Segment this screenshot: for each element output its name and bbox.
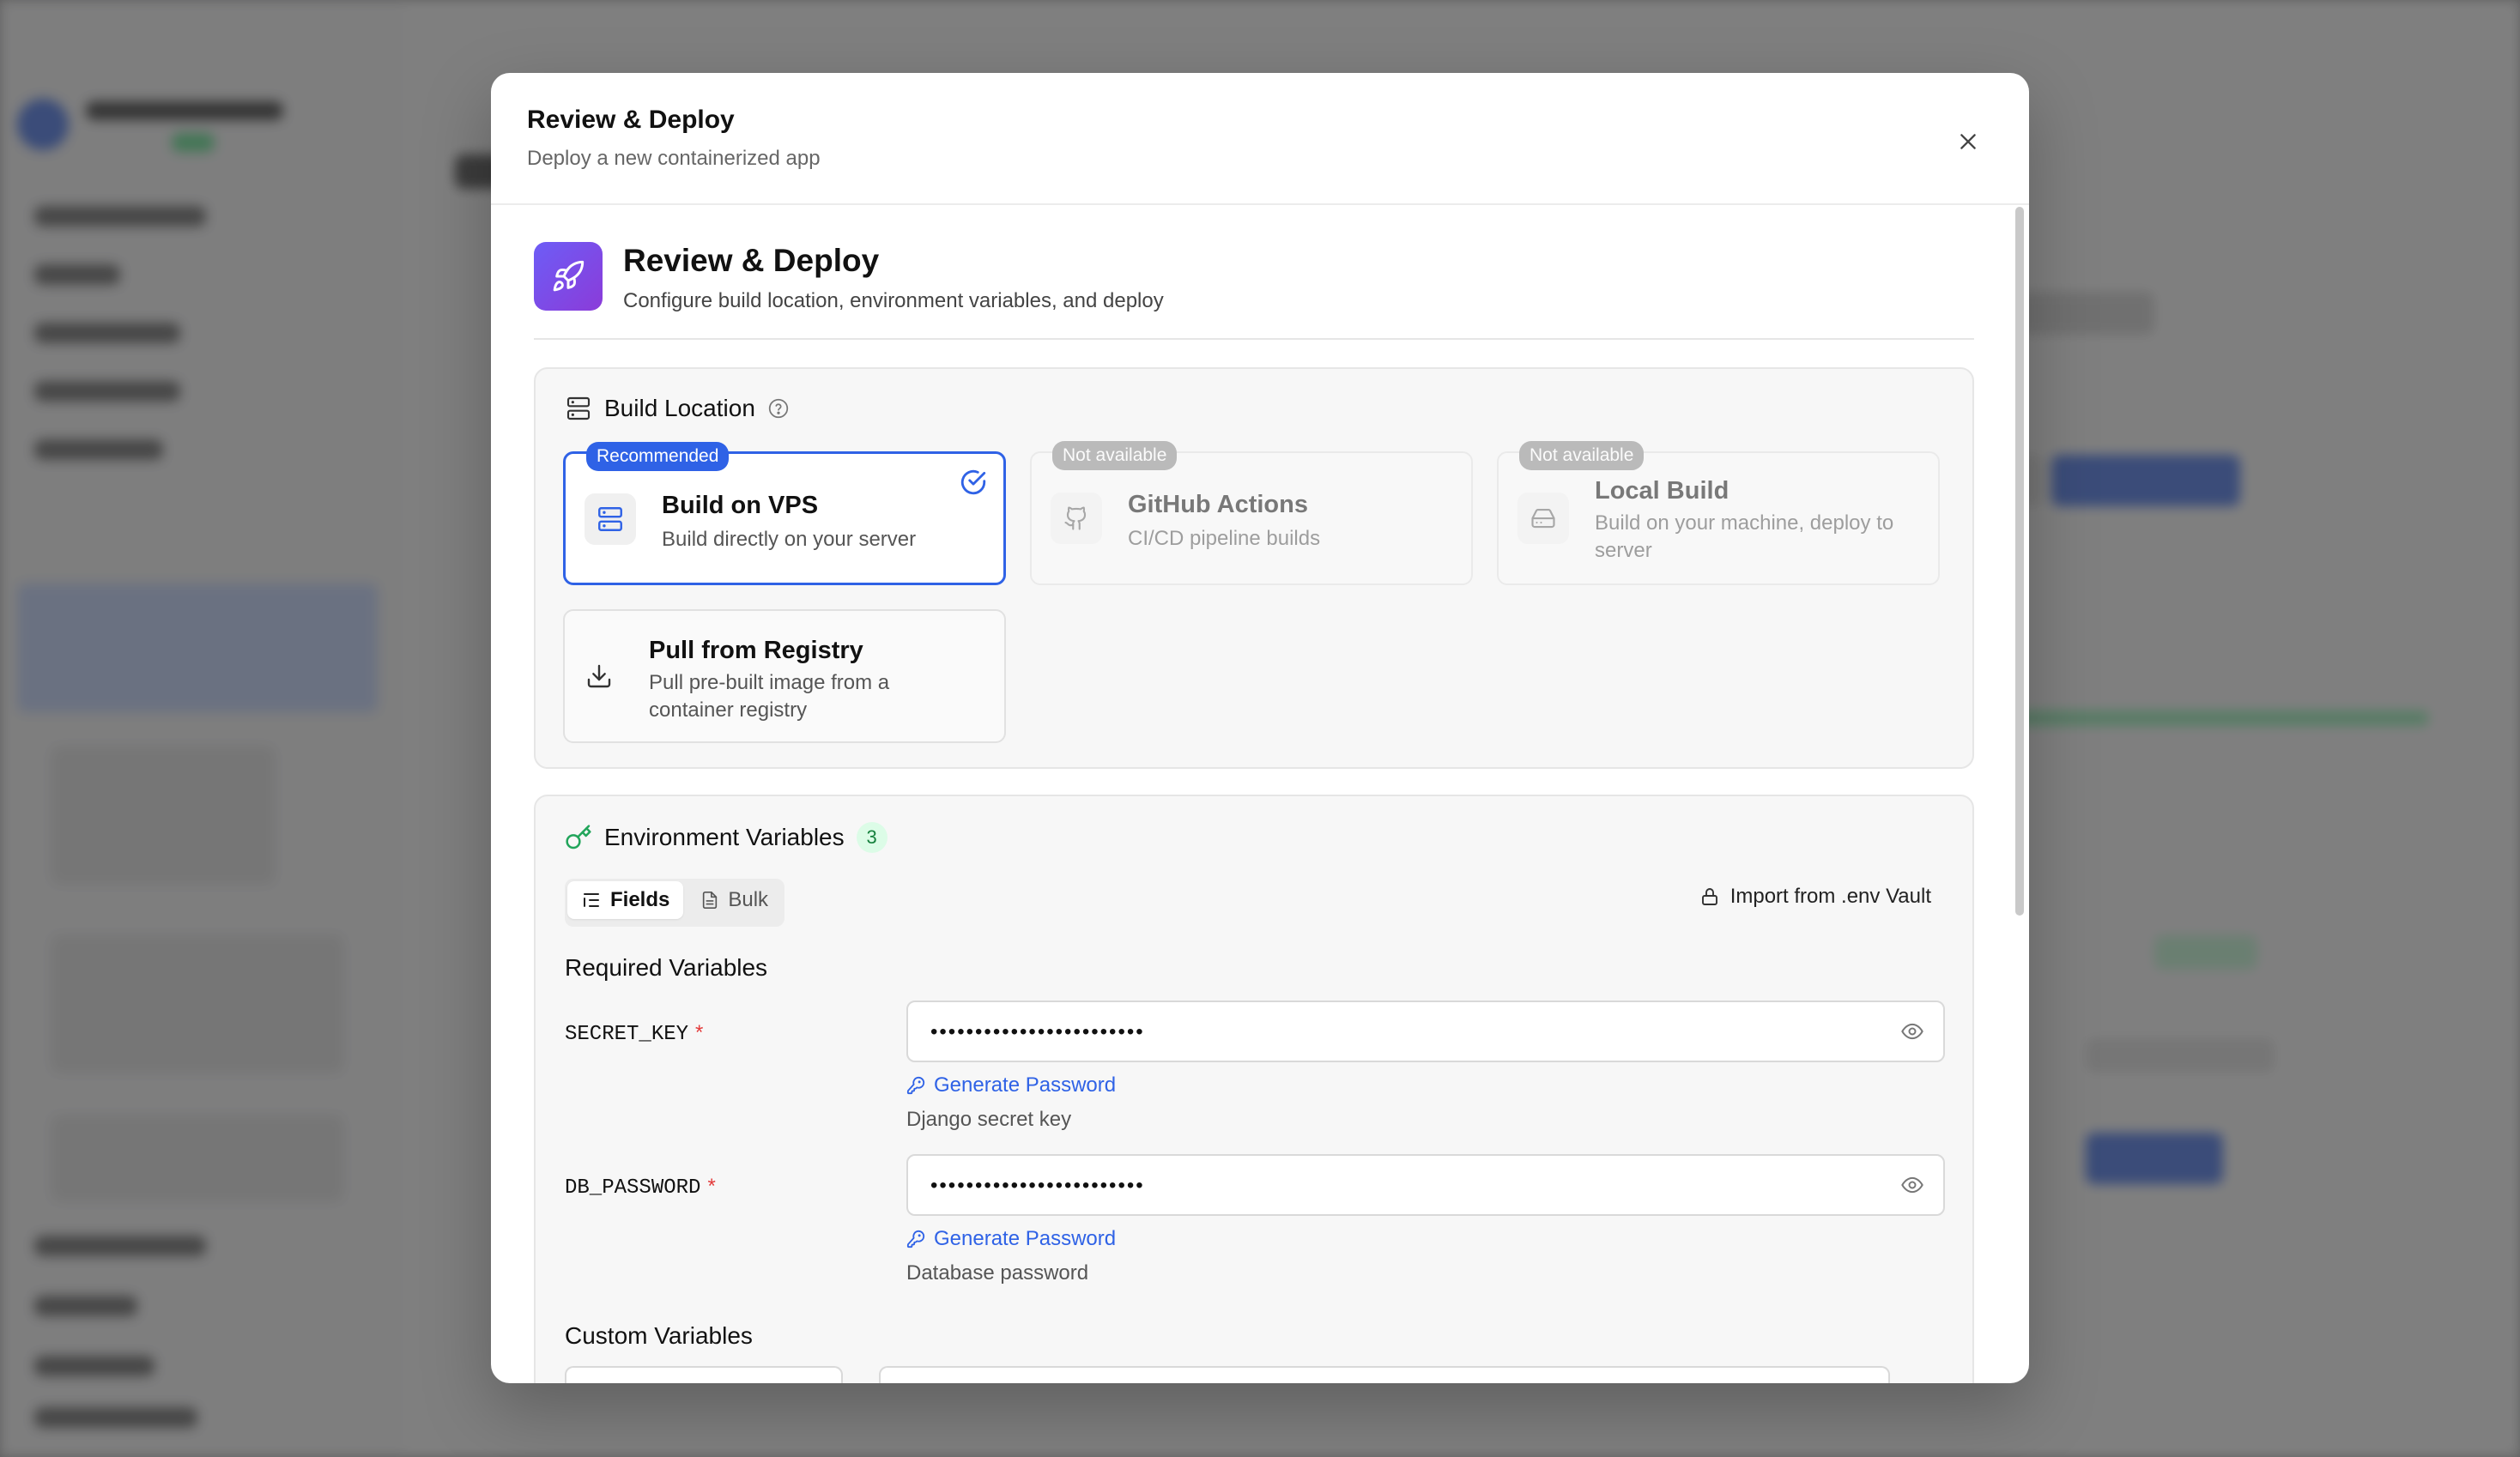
env-vars-title: Environment Variables (604, 824, 845, 850)
custom-variables-label: Custom Variables (565, 1322, 753, 1349)
card-desc: Build directly on your server (662, 528, 917, 551)
card-icon (1051, 493, 1102, 544)
build-option-local: Not available Local Build Build on your … (1497, 441, 1940, 585)
card-desc: Pull pre-built image from a container re… (649, 671, 890, 722)
not-available-badge: Not available (1052, 441, 1178, 470)
import-env-vault-label: Import from .env Vault (1729, 885, 1931, 908)
tab-fields[interactable]: Fields (567, 881, 684, 919)
card-desc: Build on your machine, deploy to server (1595, 511, 1894, 562)
var-key-name: DB_PASSWORD (565, 1176, 701, 1200)
helper-text: Database password (906, 1261, 1089, 1285)
close-icon (1960, 134, 1976, 149)
rocket-icon-tile (534, 242, 603, 311)
var-key-name: SECRET_KEY (565, 1023, 689, 1046)
download-icon (587, 664, 611, 688)
card-title: Pull from Registry (649, 637, 863, 664)
modal-body[interactable]: Review & Deploy Configure build location… (491, 205, 2029, 1383)
card-icon (1517, 493, 1569, 544)
server-icon (598, 507, 622, 531)
lock-icon (1701, 888, 1717, 905)
build-location-title: Build Location (604, 395, 755, 421)
generate-password-link[interactable]: Generate Password (906, 1227, 1116, 1251)
hard-drive-icon (1531, 508, 1555, 529)
tab-fields-label: Fields (610, 888, 670, 911)
section-subtitle: Configure build location, environment va… (623, 289, 1164, 312)
divider (534, 338, 1974, 340)
generate-password-label: Generate Password (934, 1227, 1117, 1250)
scrollbar[interactable] (2015, 207, 2024, 916)
modal-subtitle: Deploy a new containerized app (527, 147, 821, 170)
modal-header: Review & Deploy Deploy a new containeriz… (491, 73, 2029, 205)
required-variables-label: Required Variables (565, 954, 768, 981)
env-vars-panel: Environment Variables 3 Fields Bulk Impo… (534, 795, 1974, 1383)
secret-key-input[interactable] (929, 1002, 1883, 1062)
build-option-github-actions: Not available GitHub Actions CI/CD pipel… (1030, 441, 1473, 585)
env-count-badge: 3 (856, 822, 887, 853)
secret-key-field (906, 1001, 1945, 1062)
env-tabs: Fields Bulk (565, 879, 785, 927)
card-icon (585, 493, 636, 545)
db-password-field (906, 1154, 1945, 1216)
modal-title: Review & Deploy (527, 106, 735, 134)
card-title: Build on VPS (662, 492, 819, 519)
server-icon (566, 396, 591, 420)
generate-password-label: Generate Password (934, 1073, 1117, 1097)
recommended-badge: Recommended (586, 442, 730, 471)
eye-icon[interactable] (1899, 1019, 1926, 1043)
github-icon (1064, 506, 1087, 530)
custom-var-value-input[interactable] (879, 1366, 1890, 1383)
card-title: GitHub Actions (1128, 491, 1308, 518)
card-desc: CI/CD pipeline builds (1128, 527, 1321, 550)
key-icon (906, 1076, 925, 1095)
tab-bulk[interactable]: Bulk (687, 881, 782, 919)
list-icon (584, 893, 599, 907)
db-password-input[interactable] (929, 1156, 1883, 1216)
var-key: SECRET_KEY * (565, 1021, 703, 1046)
file-text-icon (703, 892, 718, 909)
close-button[interactable] (1947, 120, 1990, 163)
help-circle-icon[interactable] (767, 397, 790, 420)
card-title: Local Build (1595, 477, 1729, 505)
generate-password-link[interactable]: Generate Password (906, 1073, 1116, 1097)
build-location-header: Build Location (565, 395, 790, 422)
not-available-badge: Not available (1519, 441, 1645, 470)
eye-icon[interactable] (1899, 1173, 1926, 1197)
key-icon (566, 825, 591, 849)
card-icon (573, 650, 625, 702)
var-key: DB_PASSWORD * (565, 1175, 716, 1200)
build-location-panel: Build Location Recommended Build on VPS … (534, 367, 1974, 769)
custom-var-key-input[interactable] (565, 1366, 843, 1383)
rocket-icon (553, 260, 585, 292)
review-deploy-modal: Review & Deploy Deploy a new containeriz… (491, 73, 2029, 1383)
import-env-vault-button[interactable]: Import from .env Vault (1699, 885, 1931, 909)
build-option-vps[interactable]: Recommended Build on VPS Build directly … (563, 442, 1006, 585)
tab-bulk-label: Bulk (728, 888, 769, 911)
env-vars-header: Environment Variables 3 (565, 822, 887, 853)
required-asterisk: * (707, 1175, 716, 1198)
build-option-registry[interactable]: Pull from Registry Pull pre-built image … (563, 609, 1006, 743)
required-asterisk: * (695, 1021, 704, 1044)
section-title: Review & Deploy (623, 243, 880, 278)
check-circle-icon (960, 469, 986, 495)
helper-text: Django secret key (906, 1108, 1072, 1131)
key-icon (906, 1230, 925, 1248)
